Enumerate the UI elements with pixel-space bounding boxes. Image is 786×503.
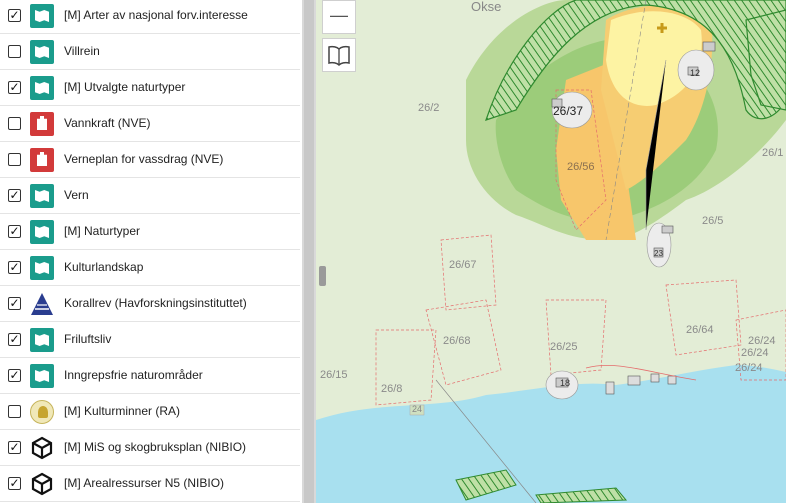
property-label: 26/2 <box>418 102 440 114</box>
layer-checkbox[interactable]: ✓ <box>8 189 21 202</box>
layer-checkbox[interactable]: ✓ <box>8 441 21 454</box>
map-layer-icon <box>30 76 54 100</box>
layer-checkbox[interactable]: ✓ <box>8 369 21 382</box>
layer-row[interactable]: ✓ [M] Naturtyper <box>0 214 300 250</box>
nibio-logo-icon <box>30 436 54 460</box>
property-label: 26/64 <box>686 324 714 336</box>
nve-logo-icon <box>30 148 54 172</box>
layer-label: [M] Arter av nasjonal forv.interesse <box>64 8 248 22</box>
layer-row[interactable]: ✓ [M] MiS og skogbruksplan (NIBIO) <box>0 430 300 466</box>
nve-logo-icon <box>30 112 54 136</box>
layer-label: [M] Naturtyper <box>64 224 141 238</box>
layer-row[interactable]: ✓ [M] Arter av nasjonal forv.interesse <box>0 0 300 34</box>
layer-label: Villrein <box>64 44 100 58</box>
panel-resize-handle[interactable] <box>319 266 326 286</box>
zoom-out-button[interactable]: — <box>322 0 356 34</box>
property-label: 26/37 <box>553 104 584 118</box>
map-layer-icon <box>30 220 54 244</box>
property-label: 26/68 <box>443 335 471 347</box>
layer-row[interactable]: Verneplan for vassdrag (NVE) <box>0 142 300 178</box>
hi-logo-icon <box>30 292 54 316</box>
map-layer-icon <box>30 184 54 208</box>
layer-checkbox[interactable]: ✓ <box>8 297 21 310</box>
layer-checkbox[interactable]: ✓ <box>8 333 21 346</box>
house-number-label: 18 <box>560 378 571 388</box>
layer-label: Inngrepsfrie naturområder <box>64 368 203 382</box>
layer-row[interactable]: Vannkraft (NVE) <box>0 106 300 142</box>
house-number-label: 23 <box>654 249 663 258</box>
layer-row[interactable]: ✓ Korallrev (Havforskningsinstituttet) <box>0 286 300 322</box>
property-label: 26/5 <box>702 215 724 227</box>
map-layer-icon <box>30 328 54 352</box>
layer-label: Kulturlandskap <box>64 260 144 274</box>
nibio-logo-icon <box>30 472 54 496</box>
layer-checkbox[interactable] <box>8 405 21 418</box>
layer-label: Korallrev (Havforskningsinstituttet) <box>64 296 247 310</box>
layer-row[interactable]: Villrein <box>0 34 300 70</box>
property-label: 26/15 <box>320 369 348 381</box>
layer-label: [M] Kulturminner (RA) <box>64 404 181 418</box>
property-label: 26/67 <box>449 259 477 271</box>
layer-checkbox[interactable] <box>8 45 21 58</box>
property-label: 26/25 <box>550 341 578 353</box>
layer-row[interactable]: ✓ [M] Utvalgte naturtyper <box>0 70 300 106</box>
map-layer-icon <box>30 40 54 64</box>
property-label: 26/24 <box>741 347 769 359</box>
layer-label: Vern <box>64 188 89 202</box>
layer-checkbox[interactable]: ✓ <box>8 81 21 94</box>
layer-label: Verneplan for vassdrag (NVE) <box>64 152 224 166</box>
scrollbar-thumb[interactable] <box>304 0 314 503</box>
layer-row[interactable]: ✓ Friluftsliv <box>0 322 300 358</box>
property-label: 26/24 <box>735 362 763 374</box>
layer-checkbox[interactable] <box>8 117 21 130</box>
minus-icon: — <box>330 5 348 25</box>
layer-row[interactable]: ✓ Inngrepsfrie naturområder <box>0 358 300 394</box>
layer-label: Vannkraft (NVE) <box>64 116 151 130</box>
layer-row[interactable]: ✓ [M] Arealressurser N5 (NIBIO) <box>0 466 300 502</box>
map-legend-button[interactable] <box>322 38 356 72</box>
layer-checkbox[interactable] <box>8 153 21 166</box>
layer-checkbox[interactable]: ✓ <box>8 477 21 490</box>
layer-label: [M] MiS og skogbruksplan (NIBIO) <box>64 440 247 454</box>
layer-row[interactable]: ✓ Vern <box>0 178 300 214</box>
place-name-label: Okse <box>471 0 502 14</box>
layer-row[interactable]: [M] Kulturminner (RA) <box>0 394 300 430</box>
map-graphic <box>316 0 786 503</box>
house-number-label: 24 <box>412 404 423 414</box>
house-number-label: 12 <box>690 68 701 78</box>
layer-panel: ✓ [M] Arter av nasjonal forv.interesse V… <box>0 0 302 503</box>
map-layer-icon <box>30 256 54 280</box>
layer-checkbox[interactable]: ✓ <box>8 225 21 238</box>
book-icon <box>327 44 351 71</box>
map-layer-icon <box>30 4 54 28</box>
layer-label: [M] Utvalgte naturtyper <box>64 80 186 94</box>
property-label: 26/8 <box>381 383 403 395</box>
layer-label: [M] Arealressurser N5 (NIBIO) <box>64 476 225 490</box>
layer-row[interactable]: ✓ Kulturlandskap <box>0 250 300 286</box>
map-canvas[interactable]: Okse 26/2 26/37 26/56 26/5 26/1 26/67 26… <box>316 0 786 503</box>
layer-checkbox[interactable]: ✓ <box>8 9 21 22</box>
layer-checkbox[interactable]: ✓ <box>8 261 21 274</box>
panel-scrollbar[interactable] <box>302 0 316 503</box>
property-label: 26/24 <box>748 335 776 347</box>
layer-label: Friluftsliv <box>64 332 112 346</box>
ra-logo-icon <box>30 400 54 424</box>
map-layer-icon <box>30 364 54 388</box>
property-label: 26/1 <box>762 147 784 159</box>
property-label: 26/56 <box>567 161 595 173</box>
